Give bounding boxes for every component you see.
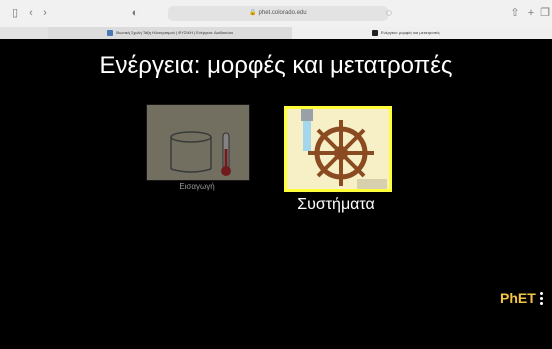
phet-menu-icon[interactable] — [540, 292, 544, 307]
reader-icon[interactable]: ◌ — [382, 6, 396, 20]
screen-systems-label: Συστήματα — [297, 196, 375, 213]
tab-label: Ενέργεια: μορφές και μετατροπές — [381, 30, 440, 35]
browser-toolbar: ▯ ‹ › ◐ 🔒 phet.colorado.edu ◌ ⇧ + ❐ — [0, 0, 552, 28]
phet-logo[interactable]: PhET — [500, 290, 536, 306]
share-icon[interactable]: ⇧ — [508, 6, 522, 20]
screen-intro-button[interactable] — [146, 104, 250, 181]
tab-strip: Ιδιωτική Σχολή Τάξη Ηλεκτρισμού | ΦΥΣΙΚΗ… — [0, 27, 552, 39]
new-tab-icon[interactable]: + — [524, 6, 538, 20]
tab-favicon-icon — [106, 29, 113, 36]
tabs-overview-icon[interactable]: ❐ — [538, 6, 552, 20]
beaker-thermometer-icon — [170, 131, 231, 176]
browser-tab-1[interactable]: Ιδιωτική Σχολή Τάξη Ηλεκτρισμού | ΦΥΣΙΚΗ… — [48, 27, 292, 39]
address-bar[interactable]: 🔒 phet.colorado.edu — [168, 6, 388, 21]
menu-dot — [540, 297, 543, 300]
menu-dot — [540, 302, 543, 305]
screen-intro-label: Εισαγωγή — [179, 182, 215, 191]
browser-tab-2[interactable]: Ενέργεια: μορφές και μετατροπές — [292, 27, 552, 39]
lock-icon: 🔒 — [249, 10, 257, 16]
back-icon[interactable]: ‹ — [24, 6, 38, 20]
shield-icon[interactable]: ◐ — [128, 6, 142, 20]
tab-label: Ιδιωτική Σχολή Τάξη Ηλεκτρισμού | ΦΥΣΙΚΗ… — [115, 30, 234, 35]
menu-dot — [540, 292, 543, 295]
faucet-water-wheel-icon — [301, 109, 387, 189]
forward-icon[interactable]: › — [38, 6, 52, 20]
screen-systems-button[interactable] — [284, 106, 392, 192]
tab-favicon-icon — [372, 29, 378, 36]
sim-title: Ενέργεια: μορφές και μετατροπές — [99, 52, 453, 79]
sidebar-icon[interactable]: ▯ — [8, 6, 22, 20]
sim-stage — [0, 39, 552, 349]
url-text: phet.colorado.edu — [258, 10, 307, 16]
